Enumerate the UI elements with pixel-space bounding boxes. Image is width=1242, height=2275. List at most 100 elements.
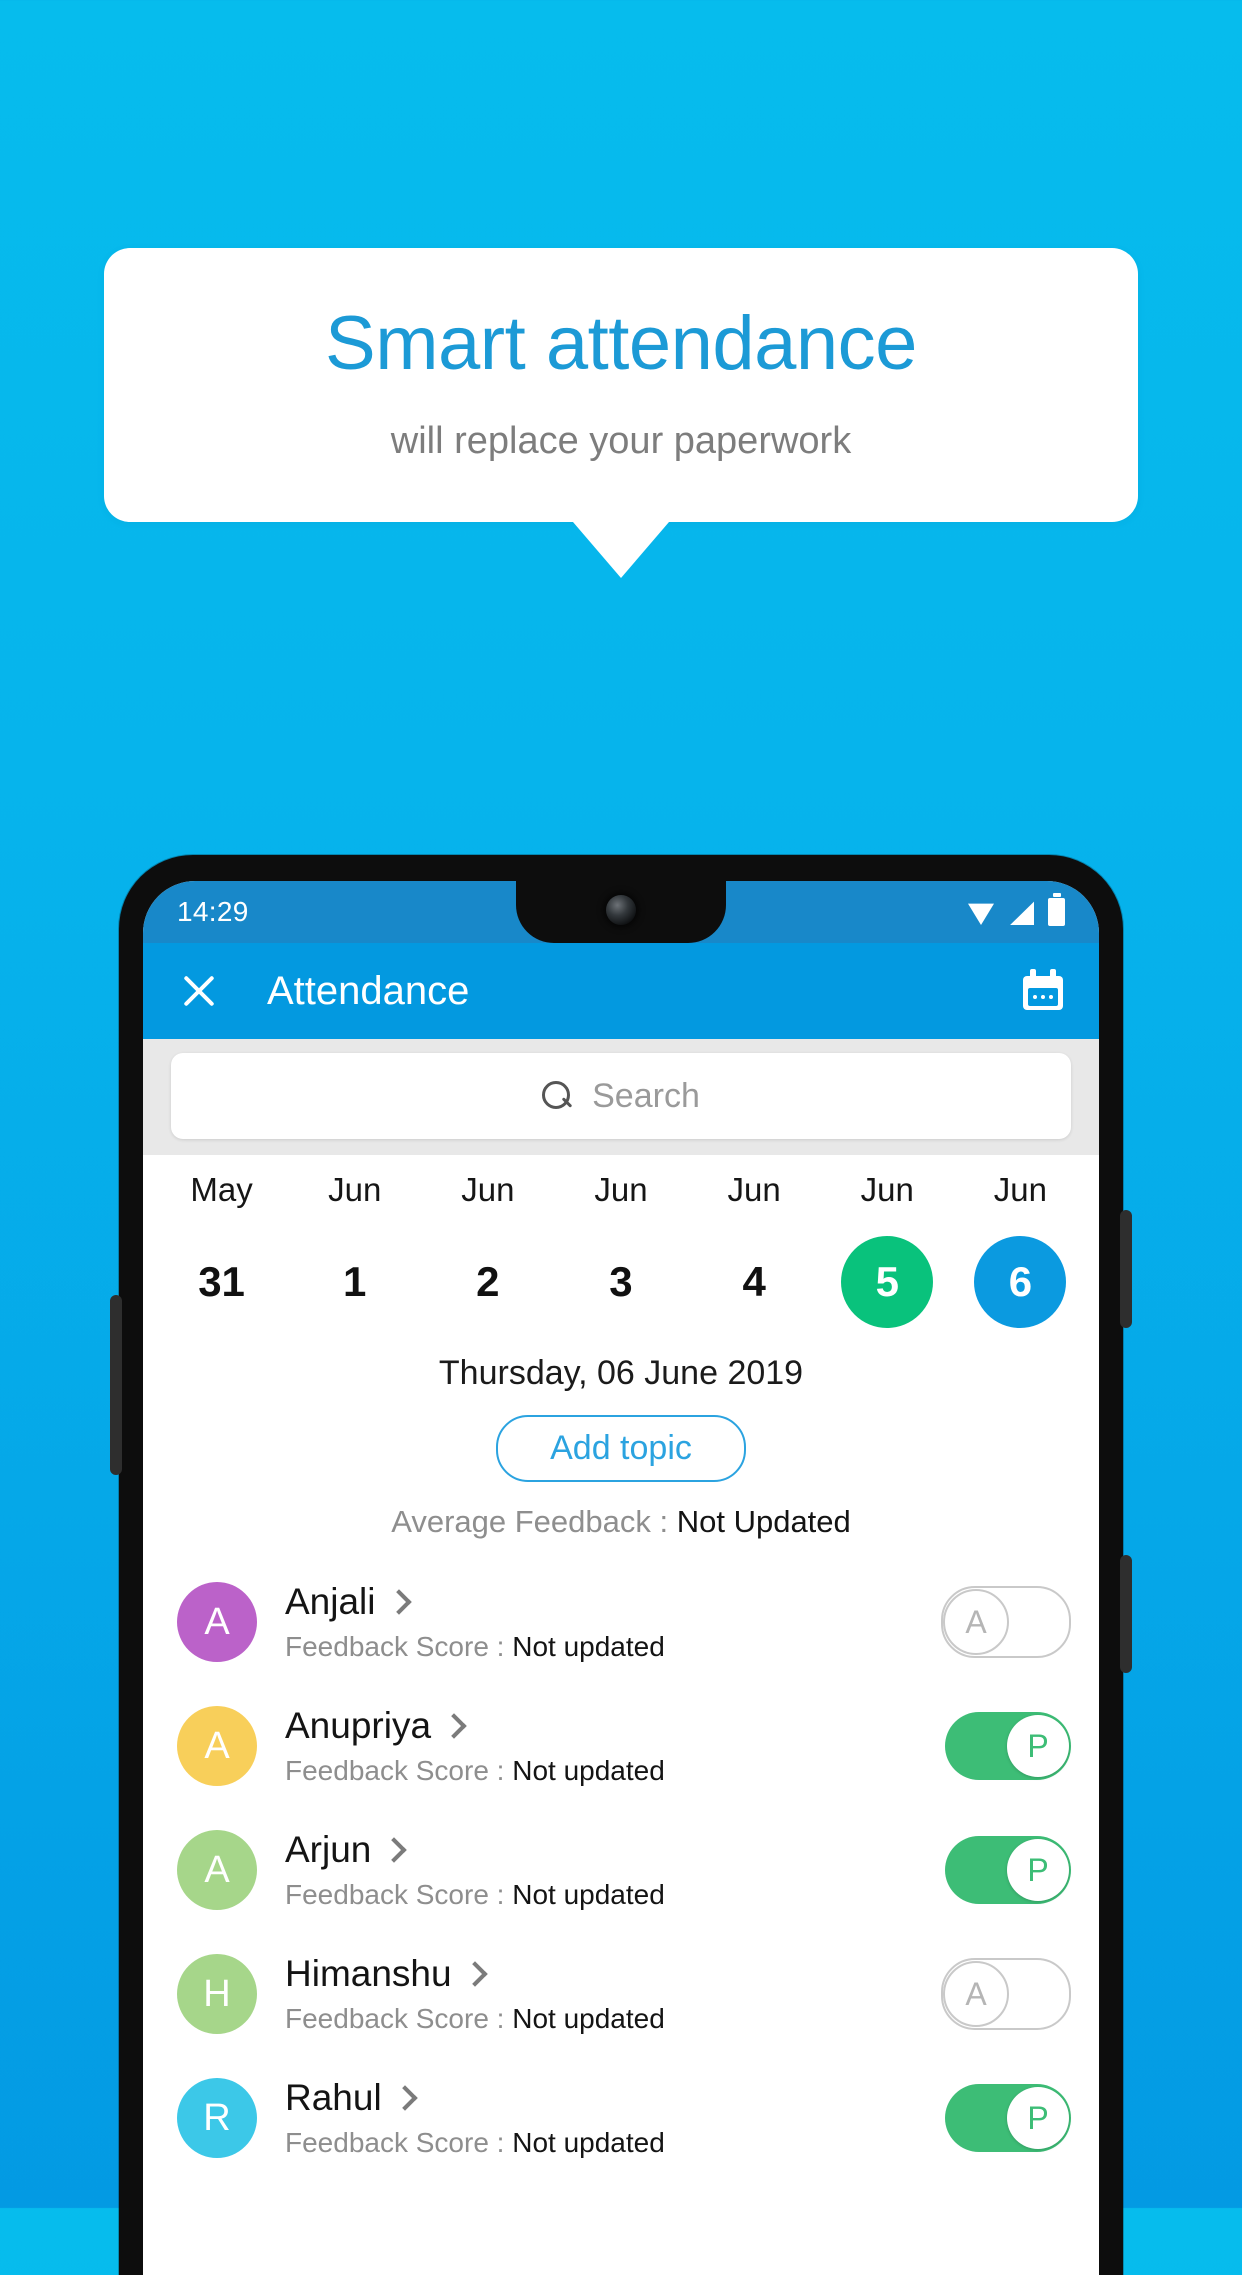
promo-bubble-tail — [573, 522, 669, 579]
date-cell-selected[interactable]: Jun 6 — [954, 1173, 1087, 1328]
student-name: Anjali — [285, 1581, 376, 1622]
promo-bubble: Smart attendance will replace your paper… — [104, 248, 1138, 579]
volume-button[interactable] — [1120, 1555, 1132, 1673]
avatar: A — [177, 1706, 257, 1786]
date-month: Jun — [328, 1171, 382, 1208]
date-day: 6 — [974, 1236, 1067, 1328]
attendance-toggle[interactable]: A — [941, 1958, 1071, 2030]
attendance-toggle-knob: A — [943, 1961, 1009, 2027]
attendance-toggle[interactable]: A — [941, 1586, 1071, 1658]
date-cell[interactable]: Jun 2 — [421, 1173, 554, 1328]
student-info: Rahul Feedback Score : Not updated — [285, 2077, 945, 2159]
attendance-toggle-knob: P — [1007, 1715, 1069, 1777]
date-month: Jun — [860, 1171, 914, 1208]
student-name: Himanshu — [285, 1953, 452, 1994]
wifi-icon — [968, 903, 994, 925]
date-cell[interactable]: Jun 3 — [554, 1173, 687, 1328]
table-row[interactable]: A Arjun Feedback Score : Not updated P — [143, 1808, 1099, 1932]
signal-icon — [1010, 901, 1034, 925]
student-list: A Anjali Feedback Score : Not updated A … — [143, 1560, 1099, 2180]
student-name-row[interactable]: Anjali — [285, 1581, 941, 1623]
feedback-score: Feedback Score : Not updated — [285, 1755, 945, 1787]
attendance-toggle-knob: P — [1007, 1839, 1069, 1901]
close-icon[interactable] — [177, 969, 221, 1013]
add-topic-wrap: Add topic — [143, 1415, 1099, 1482]
average-feedback-value: Not Updated — [676, 1504, 851, 1539]
student-name-row[interactable]: Himanshu — [285, 1953, 941, 1995]
calendar-dot — [1033, 995, 1037, 999]
date-cell[interactable]: Jun 1 — [288, 1173, 421, 1328]
feedback-value: Not updated — [512, 1631, 665, 1662]
attendance-toggle-knob: P — [1007, 2087, 1069, 2149]
feedback-value: Not updated — [512, 2127, 665, 2158]
date-day: 31 — [198, 1258, 245, 1305]
calendar-dot — [1041, 995, 1045, 999]
table-row[interactable]: R Rahul Feedback Score : Not updated P — [143, 2056, 1099, 2180]
phone-notch — [516, 881, 726, 943]
student-name-row[interactable]: Anupriya — [285, 1705, 945, 1747]
feedback-value: Not updated — [512, 2003, 665, 2034]
feedback-score: Feedback Score : Not updated — [285, 2127, 945, 2159]
date-month: Jun — [727, 1171, 781, 1208]
selected-date-label: Thursday, 06 June 2019 — [438, 1354, 804, 1392]
phone-mockup: 14:29 Attendance Search May 31 Jun 1 Jun… — [110, 855, 1132, 2275]
feedback-value: Not updated — [512, 1755, 665, 1786]
avatar: A — [177, 1830, 257, 1910]
page-title: Attendance — [267, 968, 470, 1013]
attendance-toggle[interactable]: P — [945, 1836, 1071, 1904]
student-info: Himanshu Feedback Score : Not updated — [285, 1953, 941, 2035]
search-placeholder: Search — [592, 1076, 700, 1115]
phone-screen: 14:29 Attendance Search May 31 Jun 1 Jun… — [143, 881, 1099, 2275]
student-info: Anupriya Feedback Score : Not updated — [285, 1705, 945, 1787]
avatar: A — [177, 1582, 257, 1662]
date-cell-today[interactable]: Jun 5 — [821, 1173, 954, 1328]
status-icons — [968, 898, 1065, 926]
feedback-label: Feedback Score : — [285, 2127, 513, 2158]
feedback-label: Feedback Score : — [285, 1755, 513, 1786]
date-cell[interactable]: May 31 — [155, 1173, 288, 1328]
chevron-right-icon — [381, 1837, 408, 1863]
feedback-score: Feedback Score : Not updated — [285, 1631, 941, 1663]
add-topic-button[interactable]: Add topic — [496, 1415, 746, 1482]
power-button[interactable] — [1120, 1210, 1132, 1328]
date-month: Jun — [461, 1171, 515, 1208]
calendar-inner — [1028, 988, 1058, 1006]
promo-subtitle: will replace your paperwork — [390, 419, 852, 462]
status-time: 14:29 — [177, 896, 249, 927]
table-row[interactable]: A Anjali Feedback Score : Not updated A — [143, 1560, 1099, 1684]
attendance-toggle[interactable]: P — [945, 1712, 1071, 1780]
app-bar: Attendance — [143, 943, 1099, 1039]
date-month: Jun — [993, 1171, 1048, 1208]
student-info: Arjun Feedback Score : Not updated — [285, 1829, 945, 1911]
student-name-row[interactable]: Arjun — [285, 1829, 945, 1871]
table-row[interactable]: H Himanshu Feedback Score : Not updated … — [143, 1932, 1099, 2056]
date-day: 3 — [609, 1258, 633, 1305]
student-name-row[interactable]: Rahul — [285, 2077, 945, 2119]
feedback-label: Feedback Score : — [285, 1879, 513, 1910]
attendance-toggle-knob: A — [943, 1589, 1009, 1655]
left-side-button[interactable] — [110, 1295, 122, 1475]
date-day: 2 — [476, 1258, 500, 1305]
search-icon — [542, 1081, 573, 1111]
average-feedback-label: Average Feedback : — [391, 1504, 677, 1539]
table-row[interactable]: A Anupriya Feedback Score : Not updated … — [143, 1684, 1099, 1808]
date-day: 1 — [343, 1258, 367, 1305]
feedback-score: Feedback Score : Not updated — [285, 2003, 941, 2035]
attendance-toggle[interactable]: P — [945, 2084, 1071, 2152]
chevron-right-icon — [391, 2085, 418, 2111]
calendar-icon[interactable] — [1021, 969, 1065, 1013]
date-cell[interactable]: Jun 4 — [688, 1173, 821, 1328]
student-name: Anupriya — [285, 1705, 432, 1746]
avatar: R — [177, 2078, 257, 2158]
chevron-right-icon — [461, 1961, 488, 1987]
date-day: 4 — [742, 1258, 766, 1305]
feedback-label: Feedback Score : — [285, 1631, 513, 1662]
avatar: H — [177, 1954, 257, 2034]
date-day: 5 — [841, 1236, 934, 1328]
promo-card: Smart attendance will replace your paper… — [104, 248, 1138, 523]
promo-title: Smart attendance — [325, 301, 917, 386]
date-month: May — [190, 1171, 253, 1208]
search-input[interactable]: Search — [171, 1053, 1071, 1139]
feedback-score: Feedback Score : Not updated — [285, 1879, 945, 1911]
front-camera-icon — [606, 895, 636, 925]
